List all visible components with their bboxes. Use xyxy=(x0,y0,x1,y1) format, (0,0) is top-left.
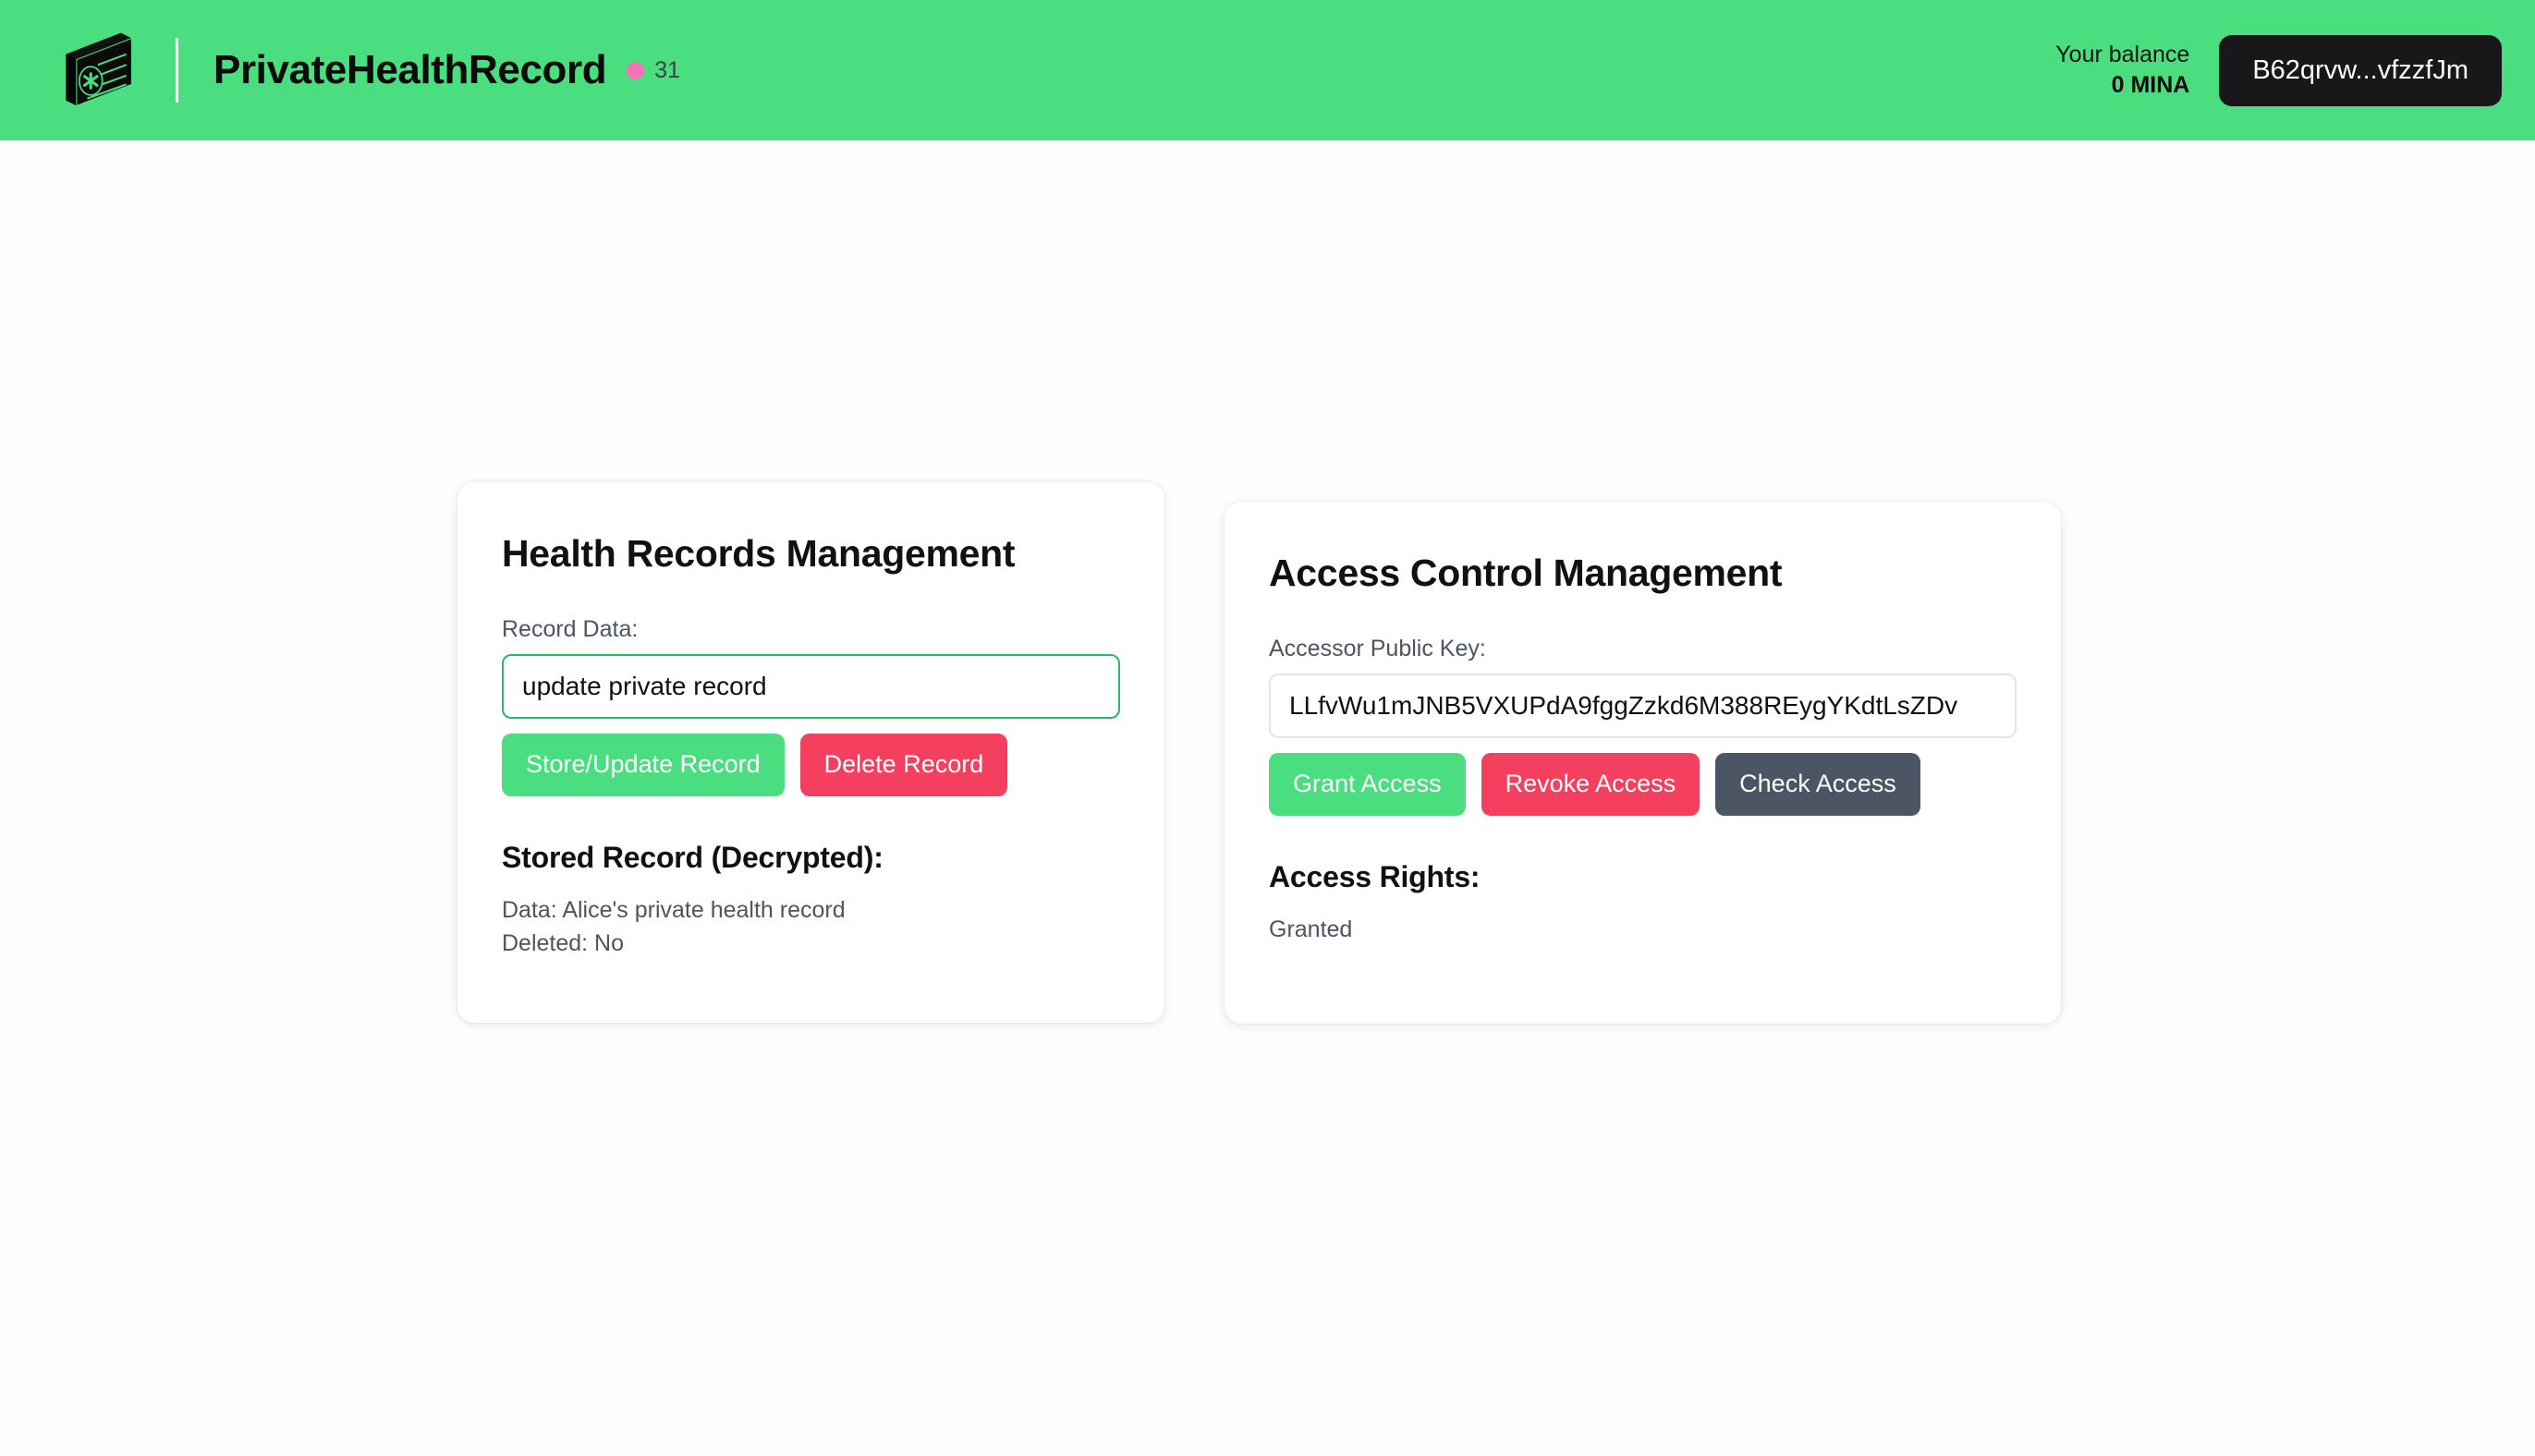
check-access-button[interactable]: Check Access xyxy=(1715,753,1920,816)
app-header: PrivateHealthRecord 31 Your balance 0 MI… xyxy=(0,0,2535,140)
revoke-access-button[interactable]: Revoke Access xyxy=(1481,753,1700,816)
stored-record-heading: Stored Record (Decrypted): xyxy=(502,840,884,874)
balance-label: Your balance xyxy=(2055,42,2190,67)
brand-divider xyxy=(176,38,178,103)
access-rights-value: Granted xyxy=(1269,916,1353,942)
record-data-input[interactable] xyxy=(502,654,1120,719)
health-records-card: Health Records Management Record Data: S… xyxy=(457,482,1164,1023)
accessor-public-key-input[interactable] xyxy=(1269,673,2017,738)
brand-block: PrivateHealthRecord 31 xyxy=(52,26,680,115)
health-records-title: Health Records Management xyxy=(502,532,1016,575)
account-address-button[interactable]: B62qrvw...vfzzfJm xyxy=(2219,34,2502,106)
accessor-public-key-label: Accessor Public Key: xyxy=(1269,636,1486,661)
app-title: PrivateHealthRecord xyxy=(213,47,607,92)
block-indicator: 31 xyxy=(627,57,680,84)
main-content: Health Records Management Record Data: S… xyxy=(0,140,2535,1456)
balance-value: 0 MINA xyxy=(2111,72,2190,98)
access-rights-heading: Access Rights: xyxy=(1269,859,1481,893)
cards-row: Health Records Management Record Data: S… xyxy=(457,482,2061,1024)
stored-record-deleted: Deleted: No xyxy=(502,929,625,956)
header-right: Your balance 0 MINA B62qrvw...vfzzfJm xyxy=(2055,34,2502,106)
access-rights-values: Granted xyxy=(1269,913,2017,946)
access-control-card: Access Control Management Accessor Publi… xyxy=(1225,502,2061,1024)
store-update-record-button[interactable]: Store/Update Record xyxy=(502,734,785,796)
block-count: 31 xyxy=(654,56,681,83)
access-actions: Grant Access Revoke Access Check Access xyxy=(1269,753,2017,816)
grant-access-button[interactable]: Grant Access xyxy=(1269,753,1466,816)
access-control-title: Access Control Management xyxy=(1269,552,1783,594)
isometric-health-card-icon xyxy=(52,26,140,115)
stored-record-values: Data: Alice's private health record Dele… xyxy=(502,893,1120,961)
record-actions: Store/Update Record Delete Record xyxy=(502,734,1120,796)
balance-block: Your balance 0 MINA xyxy=(2055,40,2189,101)
record-data-label: Record Data: xyxy=(502,616,639,642)
stored-record-data: Data: Alice's private health record xyxy=(502,896,846,923)
status-dot-icon xyxy=(627,61,645,79)
delete-record-button[interactable]: Delete Record xyxy=(799,734,1008,796)
